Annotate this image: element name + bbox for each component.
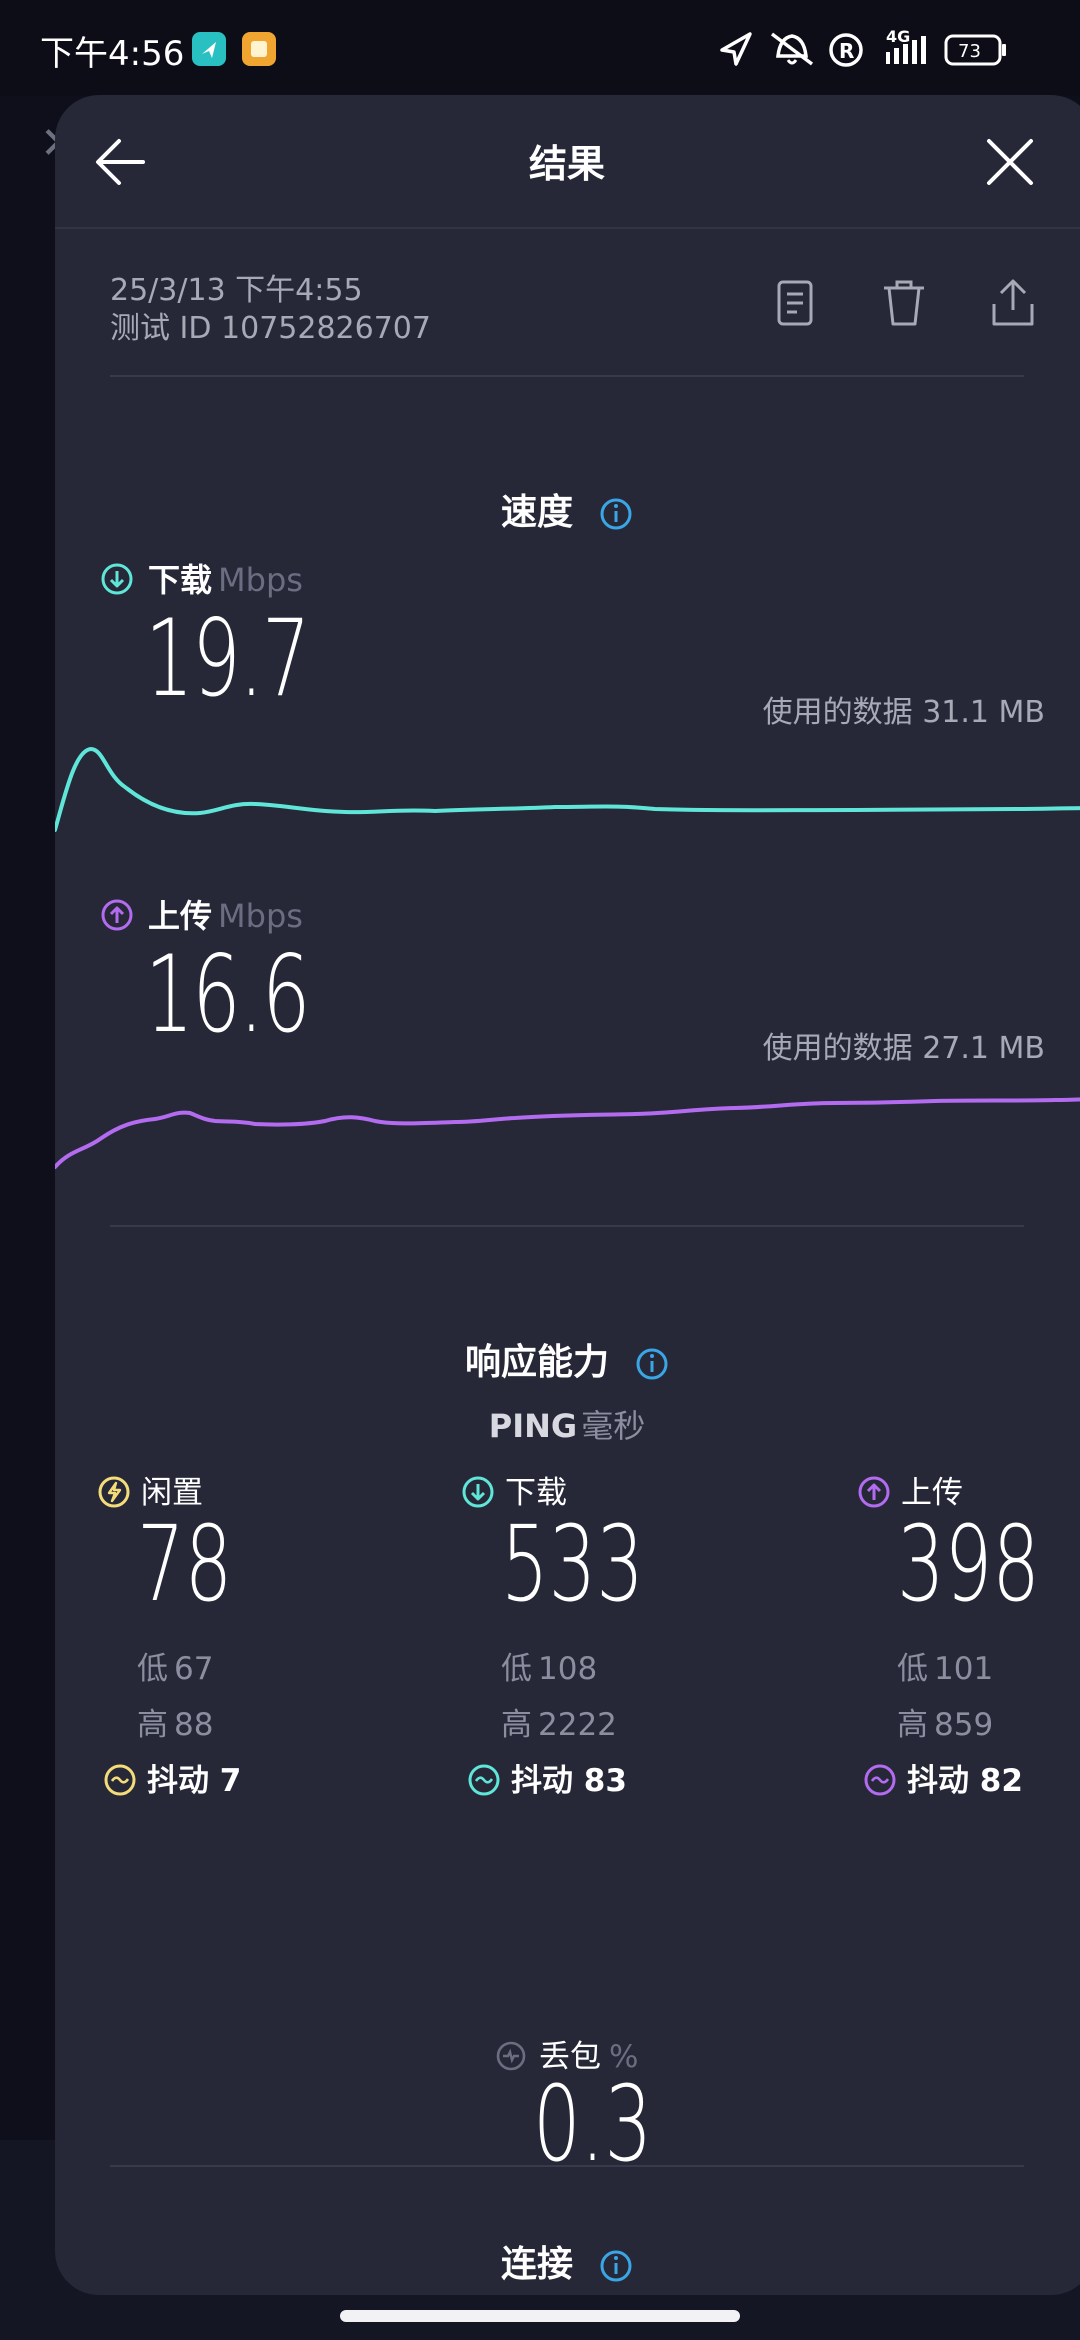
low-value: 108 — [538, 1651, 598, 1687]
info-icon[interactable] — [635, 1347, 669, 1381]
info-icon[interactable] — [599, 2249, 633, 2283]
high-label: 高 — [501, 1707, 532, 1743]
download-unit: Mbps — [218, 561, 303, 599]
gallery-notification-icon — [242, 32, 276, 66]
upload-label-text: 上传 — [148, 897, 213, 935]
ping-upload-jitter: 抖动 82 — [863, 1755, 1023, 1800]
download-speed-value: 19.7 — [145, 597, 311, 720]
ping-download-low: 低 108 — [501, 1643, 597, 1688]
jitter-value: 82 — [979, 1763, 1023, 1799]
app-notification-icon — [192, 32, 226, 66]
svg-text:R: R — [839, 39, 854, 63]
ping-upload-high: 高 859 — [897, 1699, 993, 1744]
high-label: 高 — [897, 1707, 928, 1743]
ping-download-high: 高 2222 — [501, 1699, 617, 1744]
responsiveness-title-text: 响应能力 — [464, 1342, 609, 1383]
divider — [110, 1225, 1024, 1227]
upload-arrow-icon — [858, 1476, 890, 1507]
jitter-wave-icon — [104, 1764, 136, 1795]
ping-title: PING 毫秒 — [55, 1401, 1079, 1447]
jitter-label: 抖动 — [511, 1763, 573, 1799]
roaming-icon: R — [829, 33, 863, 67]
jitter-value: 7 — [219, 1763, 242, 1799]
high-value: 859 — [934, 1707, 994, 1743]
download-arrow-icon — [462, 1476, 494, 1507]
divider — [110, 375, 1024, 377]
page-title: 结果 — [528, 142, 605, 186]
results-sheet: 结果 25/3/13 下午4:55 测试 ID 10752826707 速度 下… — [55, 95, 1080, 2295]
ping-download-column: 下载 533 低 108 高 2222 抖动 83 — [461, 1467, 761, 1799]
home-indicator[interactable] — [340, 2310, 740, 2322]
speed-title-text: 速度 — [500, 492, 573, 533]
document-icon[interactable] — [772, 278, 818, 328]
upload-label: 上传 Mbps — [100, 891, 303, 937]
status-icons: R 4G 73 — [700, 22, 1080, 72]
svg-text:73: 73 — [958, 41, 981, 62]
upload-speed-value: 16.6 — [145, 933, 311, 1056]
location-icon — [720, 32, 752, 66]
trash-icon[interactable] — [881, 278, 927, 328]
low-label: 低 — [897, 1651, 928, 1687]
ping-idle-high: 高 88 — [137, 1699, 213, 1744]
ping-idle-column: 闲置 78 低 67 高 88 抖动 7 — [97, 1467, 397, 1799]
status-icons-svg: R 4G 73 — [720, 27, 1006, 67]
status-time: 下午4:56 — [40, 34, 185, 74]
download-label: 下载 Mbps — [100, 555, 303, 601]
test-id: 测试 ID 10752826707 — [110, 311, 431, 346]
jitter-label: 抖动 — [147, 1763, 209, 1799]
ping-upload-low: 低 101 — [897, 1643, 993, 1688]
upload-unit: Mbps — [218, 897, 303, 935]
jitter-wave-icon — [468, 1764, 500, 1795]
ping-upload-value: 398 — [897, 1503, 1040, 1625]
responsiveness-section-title: 响应能力 — [55, 1333, 1079, 1385]
status-bar: 下午4:56 R 4G 73 — [0, 0, 1080, 96]
low-value: 67 — [174, 1651, 214, 1687]
jitter-label: 抖动 — [907, 1763, 969, 1799]
info-icon[interactable] — [599, 497, 633, 531]
packet-loss-icon — [496, 2041, 526, 2070]
close-icon[interactable] — [985, 137, 1035, 187]
ping-upload-column: 上传 398 低 101 高 859 抖动 82 — [857, 1467, 1080, 1799]
low-label: 低 — [501, 1651, 532, 1687]
download-speed-graph — [55, 746, 1080, 832]
battery-icon: 73 — [944, 34, 1006, 66]
ping-unit: 毫秒 — [581, 1407, 646, 1445]
ping-idle-low: 低 67 — [137, 1643, 213, 1688]
jitter-value: 83 — [583, 1763, 627, 1799]
idle-bolt-icon — [98, 1476, 130, 1507]
connection-section-title: 连接 — [55, 2235, 1079, 2287]
signal-icon: 4G — [886, 27, 926, 64]
high-value: 2222 — [538, 1707, 617, 1743]
download-arrow-icon — [101, 563, 133, 595]
ping-idle-value: 78 — [137, 1503, 233, 1625]
divider — [110, 2165, 1024, 2167]
share-icon[interactable] — [990, 278, 1036, 328]
upload-arrow-icon — [101, 899, 133, 931]
connection-title-text: 连接 — [500, 2244, 573, 2285]
jitter-wave-icon — [864, 1764, 896, 1795]
high-label: 高 — [137, 1707, 168, 1743]
low-value: 101 — [934, 1651, 994, 1687]
high-value: 88 — [174, 1707, 214, 1743]
sheet-header: 结果 — [55, 95, 1080, 229]
ping-download-value: 533 — [501, 1503, 644, 1625]
ping-download-jitter: 抖动 83 — [467, 1755, 627, 1800]
ping-idle-jitter: 抖动 7 — [103, 1755, 241, 1800]
download-label-text: 下载 — [148, 561, 213, 599]
ping-title-text: PING — [488, 1407, 578, 1445]
svg-text:4G: 4G — [886, 27, 910, 46]
mute-icon — [770, 32, 814, 66]
speed-section-title: 速度 — [55, 483, 1079, 535]
upload-speed-graph — [55, 1097, 1080, 1169]
low-label: 低 — [137, 1651, 168, 1687]
